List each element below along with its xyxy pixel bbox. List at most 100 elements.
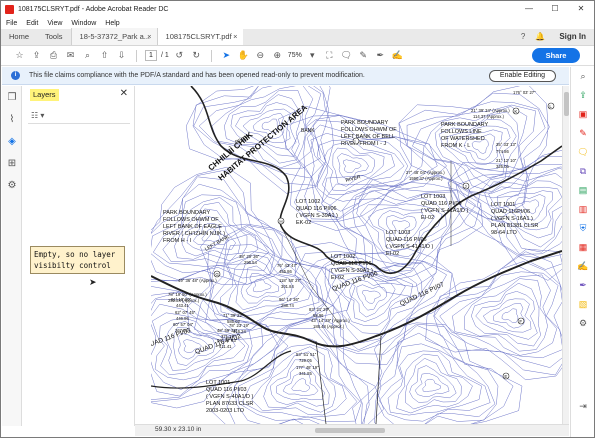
close-tab-icon[interactable]: × <box>147 28 151 45</box>
page-thumbnails-icon[interactable]: ❐ <box>2 86 22 108</box>
vertical-scrollbar[interactable] <box>562 86 569 424</box>
more-tools-icon[interactable]: ⚙ <box>571 314 595 333</box>
zoom-in-icon[interactable]: ⊕ <box>269 48 286 64</box>
acrobat-window: 108175CLSRYT.pdf - Adobe Acrobat Reader … <box>0 0 595 438</box>
highlight-icon[interactable]: ✎ <box>355 48 372 64</box>
edit-pdf-icon[interactable]: ✎ <box>571 124 595 143</box>
organize-pages-icon[interactable]: ▤ <box>571 181 595 200</box>
model-tree-icon[interactable]: ⊞ <box>2 152 22 174</box>
survey-point-label: G <box>215 272 219 277</box>
close-panel-icon[interactable]: ✕ <box>120 88 128 99</box>
search-tool-icon[interactable]: ⌕ <box>571 67 595 86</box>
sign-icon[interactable]: ✍ <box>389 48 406 64</box>
sign-in-button[interactable]: Sign In <box>559 32 586 41</box>
bearing-label: 49° 36' 48" (Approx.) <box>178 278 217 283</box>
fit-page-icon[interactable]: ⛶ <box>321 48 338 64</box>
bearing-label: 176° 03' 27" <box>513 90 536 95</box>
survey-point: K <box>512 107 520 115</box>
bearing-label: 177° 48' 19" <box>296 365 319 370</box>
enable-editing-button[interactable]: Enable Editing <box>489 70 556 82</box>
upload-icon[interactable]: ⇪ <box>28 48 45 64</box>
optimize-icon[interactable]: ▦ <box>571 238 595 257</box>
menu-edit[interactable]: Edit <box>26 20 38 27</box>
email-icon[interactable]: ✉ <box>62 48 79 64</box>
menu-window[interactable]: Window <box>71 20 96 27</box>
tab-document-2[interactable]: 108175CLSRYT.pdf × <box>156 28 243 45</box>
maximize-button[interactable]: ☐ <box>542 1 568 17</box>
comment-tool-icon[interactable]: 🗨 <box>571 143 595 162</box>
map-text-line: FROM H - I <box>163 238 192 244</box>
bearing-label: 27° 48' 04" (Approx.) <box>406 170 445 175</box>
zoom-dropdown-icon[interactable]: ▾ <box>304 48 321 64</box>
horizontal-scrollbar[interactable] <box>315 428 385 433</box>
send-for-signature-icon[interactable]: ✒ <box>571 276 595 295</box>
rotate-left-icon[interactable]: ↺ <box>171 48 188 64</box>
zoom-out-icon[interactable]: ⊖ <box>252 48 269 64</box>
panel-divider <box>28 123 130 124</box>
map-text-line: EI-02 <box>331 275 344 281</box>
export-pdf-icon[interactable]: ⇪ <box>571 86 595 105</box>
map-text-line: 2003-0203 LTO <box>206 408 245 414</box>
survey-map: CHHILIIÌ CHIIK HABITAT PROTECTION AREA P… <box>151 86 562 424</box>
tab-tools[interactable]: Tools <box>37 28 71 45</box>
select-cursor-icon[interactable]: ➤ <box>218 48 235 64</box>
page-number-input[interactable]: 1 <box>145 50 157 61</box>
rotate-right-icon[interactable]: ↻ <box>188 48 205 64</box>
survey-point-label: I <box>354 139 355 144</box>
protect-icon[interactable]: ⛨ <box>571 219 595 238</box>
bearing-label: 96° 14' 36" <box>279 297 300 302</box>
bearing-label: 114.37 (Approx.) <box>473 114 504 119</box>
map-text-line: OF WATERSHED <box>441 136 485 142</box>
window-title: 108175CLSRYT.pdf - Adobe Acrobat Reader … <box>18 5 169 13</box>
scroll-thumb[interactable] <box>564 92 569 116</box>
tab-document-1[interactable]: 18-5-37372_Park a... × <box>70 28 157 45</box>
map-text-line: PARK BOUNDARY <box>341 120 389 126</box>
bearing-label: 341.85 <box>299 371 312 376</box>
menu-help[interactable]: Help <box>105 20 119 27</box>
star-icon[interactable]: ☆ <box>11 48 28 64</box>
tab-document-1-label: 18-5-37372_Park a... <box>79 32 150 41</box>
bearing-label: 411.41 <box>219 344 232 349</box>
fill-sign-icon[interactable]: ✍ <box>571 257 595 276</box>
options-menu-icon[interactable]: ☷ ▾ <box>31 111 44 120</box>
notice-message: This file claims compliance with the PDF… <box>29 72 365 79</box>
redact-icon[interactable]: ▥ <box>571 200 595 219</box>
map-text-line: RIVER ( CHʼIZHĪN NJIK ) <box>163 230 225 237</box>
comment-icon[interactable]: 🗨 <box>338 48 355 64</box>
close-window-button[interactable]: ✕ <box>568 1 594 17</box>
search-icon[interactable]: ⌕ <box>79 48 96 64</box>
help-icon[interactable]: ? <box>521 32 525 41</box>
next-page-icon[interactable]: ⇩ <box>113 48 130 64</box>
attachments-icon[interactable]: ⌇ <box>2 108 22 130</box>
bearing-label: 35° 33' 13" <box>496 142 517 147</box>
menu-view[interactable]: View <box>47 20 62 27</box>
map-text-line: LOT 1002 <box>296 199 320 205</box>
layers-icon[interactable]: ◈ <box>2 130 22 152</box>
tab-home[interactable]: Home <box>1 28 37 45</box>
map-text-line: LOT 1003 <box>421 194 445 200</box>
mouse-pointer-icon: ➤ <box>89 277 97 287</box>
draw-icon[interactable]: ✒ <box>372 48 389 64</box>
bell-icon[interactable]: 🔔 <box>535 32 545 41</box>
print-icon[interactable]: ⎙ <box>45 48 62 64</box>
bearing-label: 729.05 <box>299 358 312 363</box>
annotation-note: Empty, so no layer visibilty control <box>30 246 125 274</box>
expand-pane-icon[interactable]: ⇥ <box>571 397 595 416</box>
bearing-label: 296.54 <box>244 260 257 265</box>
main-toolbar: ☆ ⇪ ⎙ ✉ ⌕ ⇧ ⇩ 1 / 1 ↺ ↻ ➤ ✋ ⊖ ⊕ 75% ▾ ⛶ … <box>1 46 594 66</box>
hand-tool-icon[interactable]: ✋ <box>235 48 252 64</box>
bearing-label: 38° 20' 36" <box>239 254 260 259</box>
survey-point: G <box>213 270 221 278</box>
previous-page-icon[interactable]: ⇧ <box>96 48 113 64</box>
zoom-level[interactable]: 75% <box>288 52 302 59</box>
combine-files-icon[interactable]: ⧉ <box>571 162 595 181</box>
share-button[interactable]: Share <box>532 48 580 63</box>
bearing-label: 267.56 <box>175 328 188 333</box>
page-dimensions: 59.30 x 23.10 in <box>155 426 202 433</box>
create-pdf-icon[interactable]: ▣ <box>571 105 595 124</box>
close-tab-icon[interactable]: × <box>233 28 237 45</box>
minimize-button[interactable]: — <box>516 1 542 17</box>
menu-file[interactable]: File <box>6 20 17 27</box>
tags-icon[interactable]: ⚙ <box>2 174 22 196</box>
print-production-icon[interactable]: ▧ <box>571 295 595 314</box>
